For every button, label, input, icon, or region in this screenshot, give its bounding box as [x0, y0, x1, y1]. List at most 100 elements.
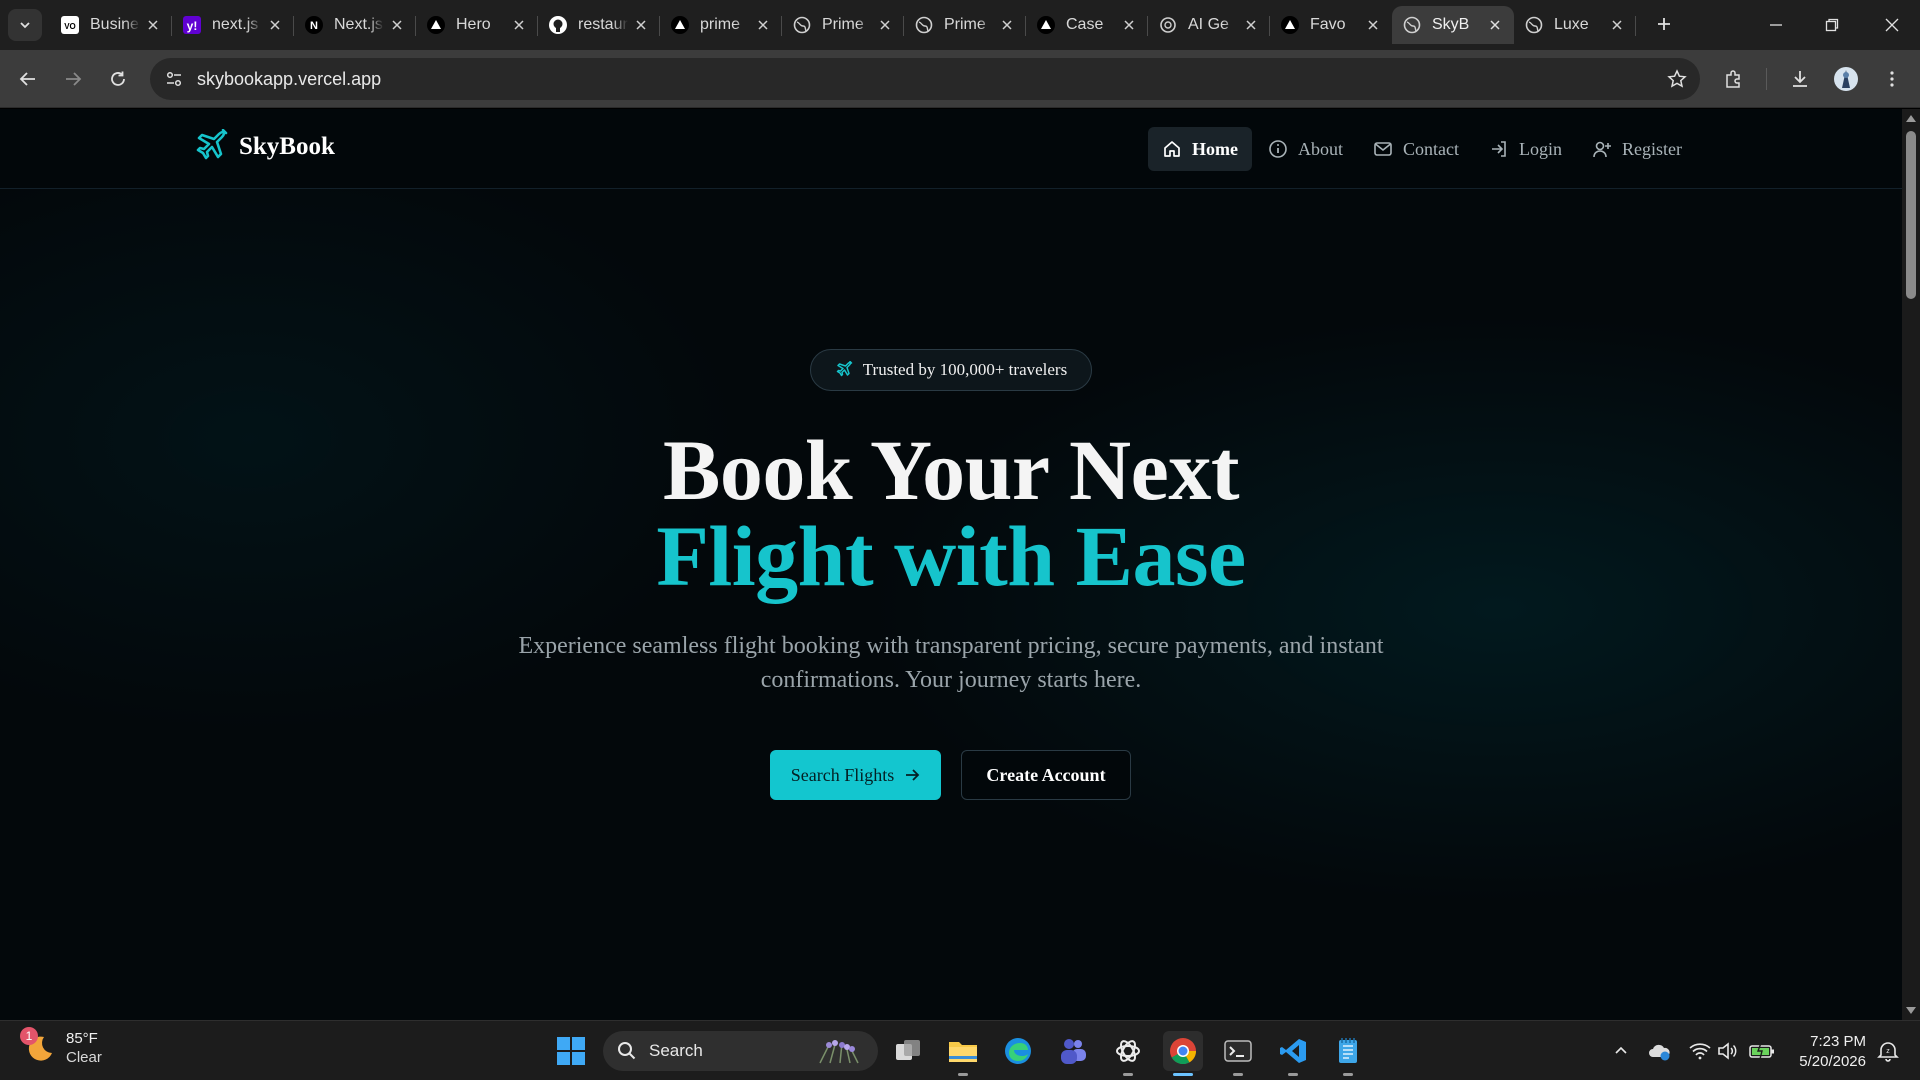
tab-title: Favo: [1310, 16, 1346, 33]
tab-title: AI Ge: [1188, 16, 1229, 33]
browser-tab[interactable]: y! next.js: [172, 6, 294, 44]
close-icon[interactable]: [144, 16, 162, 34]
browser-tab[interactable]: Favo: [1270, 6, 1392, 44]
cloud-sync-icon: [1649, 1044, 1670, 1061]
browser-tab[interactable]: prime: [660, 6, 782, 44]
mail-icon: [1374, 142, 1392, 156]
task-view-button[interactable]: [888, 1031, 928, 1071]
reload-button[interactable]: [102, 63, 134, 95]
hero-headline-line2: Flight with Ease: [656, 508, 1246, 604]
browser-tab[interactable]: Prime: [904, 6, 1026, 44]
taskbar-clock[interactable]: 7:23 PM 5/20/2026: [1794, 1032, 1866, 1072]
notifications-button[interactable]: z: [1874, 1037, 1902, 1065]
tab-title: prime: [700, 16, 741, 33]
nav-register[interactable]: Register: [1578, 127, 1696, 171]
url-text[interactable]: skybookapp.vercel.app: [197, 69, 381, 90]
browser-menu-button[interactable]: [1876, 63, 1908, 95]
vo-logo-icon: VO: [60, 15, 80, 35]
terminal-button[interactable]: [1218, 1031, 1258, 1076]
page-scrollbar[interactable]: [1902, 109, 1920, 1020]
chrome-button[interactable]: [1163, 1031, 1203, 1076]
volume-tray-button[interactable]: [1714, 1037, 1742, 1065]
scrollbar-thumb[interactable]: [1906, 131, 1916, 299]
close-icon[interactable]: [1120, 16, 1138, 34]
browser-tab-active[interactable]: SkyB: [1392, 6, 1514, 44]
close-icon[interactable]: [510, 16, 528, 34]
nav-home[interactable]: Home: [1148, 127, 1252, 171]
triangle-logo-icon: [1036, 15, 1056, 35]
file-explorer-button[interactable]: [943, 1031, 983, 1076]
close-icon[interactable]: [998, 16, 1016, 34]
close-icon[interactable]: [1242, 16, 1260, 34]
close-icon[interactable]: [1364, 16, 1382, 34]
running-indicator: [958, 1073, 968, 1076]
browser-tab[interactable]: Luxe: [1514, 6, 1636, 44]
browser-tab[interactable]: AI Ge: [1148, 6, 1270, 44]
show-hidden-icons-button[interactable]: [1607, 1037, 1635, 1065]
nav-label: About: [1297, 138, 1343, 159]
notion-icon: N: [304, 15, 324, 35]
browser-tab[interactable]: Hero: [416, 6, 538, 44]
download-icon: [1793, 71, 1807, 87]
brand-logo-link[interactable]: SkyBook: [193, 129, 335, 165]
scroll-up-icon[interactable]: [1906, 115, 1916, 122]
close-icon[interactable]: [388, 16, 406, 34]
chatgpt-button[interactable]: [1108, 1031, 1148, 1076]
new-tab-button[interactable]: [1652, 12, 1676, 36]
page-viewport: SkyBook Home About Contact Login Registe…: [0, 109, 1902, 1020]
weather-widget[interactable]: 1 85°F Clear: [20, 1027, 102, 1067]
notepad-button[interactable]: [1328, 1031, 1368, 1076]
tab-title: Luxe: [1554, 16, 1589, 33]
running-indicator: [1123, 1073, 1133, 1076]
extensions-button[interactable]: [1718, 63, 1750, 95]
close-icon[interactable]: [754, 16, 772, 34]
edge-button[interactable]: [998, 1031, 1038, 1071]
close-icon[interactable]: [876, 16, 894, 34]
hero-subtext: Experience seamless flight booking with …: [518, 633, 1384, 693]
minimize-button[interactable]: [1748, 0, 1804, 50]
close-icon[interactable]: [1486, 16, 1504, 34]
nav-contact[interactable]: Contact: [1359, 127, 1473, 171]
close-icon[interactable]: [266, 16, 284, 34]
search-icon: [618, 1042, 636, 1060]
close-window-button[interactable]: [1864, 0, 1920, 50]
close-icon[interactable]: [1608, 16, 1626, 34]
tab-search-button[interactable]: [8, 9, 42, 41]
close-icon[interactable]: [632, 16, 650, 34]
create-account-button[interactable]: Create Account: [961, 750, 1131, 800]
start-button[interactable]: [551, 1031, 591, 1071]
restore-button[interactable]: [1804, 0, 1860, 50]
teams-button[interactable]: [1053, 1031, 1093, 1071]
browser-tab[interactable]: restaurant: [538, 6, 660, 44]
site-info-icon[interactable]: [160, 65, 188, 93]
windows-logo-icon: [557, 1037, 585, 1065]
wifi-tray-button[interactable]: [1686, 1037, 1714, 1065]
downloads-button[interactable]: [1784, 63, 1816, 95]
search-flights-button[interactable]: Search Flights: [770, 750, 941, 800]
address-bar[interactable]: skybookapp.vercel.app: [150, 58, 1700, 100]
triangle-logo-icon: [1280, 15, 1300, 35]
vscode-icon: [1280, 1039, 1306, 1063]
nav-login[interactable]: Login: [1475, 127, 1576, 171]
battery-tray-button[interactable]: [1748, 1037, 1776, 1065]
scroll-down-icon[interactable]: [1906, 1007, 1916, 1014]
tab-title: Next.js: [334, 16, 383, 33]
forward-button[interactable]: [57, 63, 89, 95]
teams-icon: [1061, 1039, 1086, 1064]
plane-logo-icon: [196, 129, 228, 160]
bookmark-star-icon[interactable]: [1664, 66, 1690, 92]
primary-nav: Home About Contact Login Register: [1148, 127, 1698, 171]
browser-tab[interactable]: Case: [1026, 6, 1148, 44]
browser-tab[interactable]: Prime: [782, 6, 904, 44]
back-button[interactable]: [12, 63, 44, 95]
nav-about[interactable]: About: [1254, 127, 1357, 171]
vscode-button[interactable]: [1273, 1031, 1313, 1076]
browser-tab[interactable]: N Next.js: [294, 6, 416, 44]
taskbar-search[interactable]: Search: [603, 1031, 878, 1071]
tab-title: Hero: [456, 16, 491, 33]
onedrive-tray-button[interactable]: [1646, 1037, 1674, 1065]
browser-tab[interactable]: VO Business: [50, 6, 172, 44]
profile-avatar[interactable]: [1830, 63, 1862, 95]
svg-text:N: N: [310, 20, 318, 32]
battery-charging-icon: [1749, 1042, 1774, 1060]
